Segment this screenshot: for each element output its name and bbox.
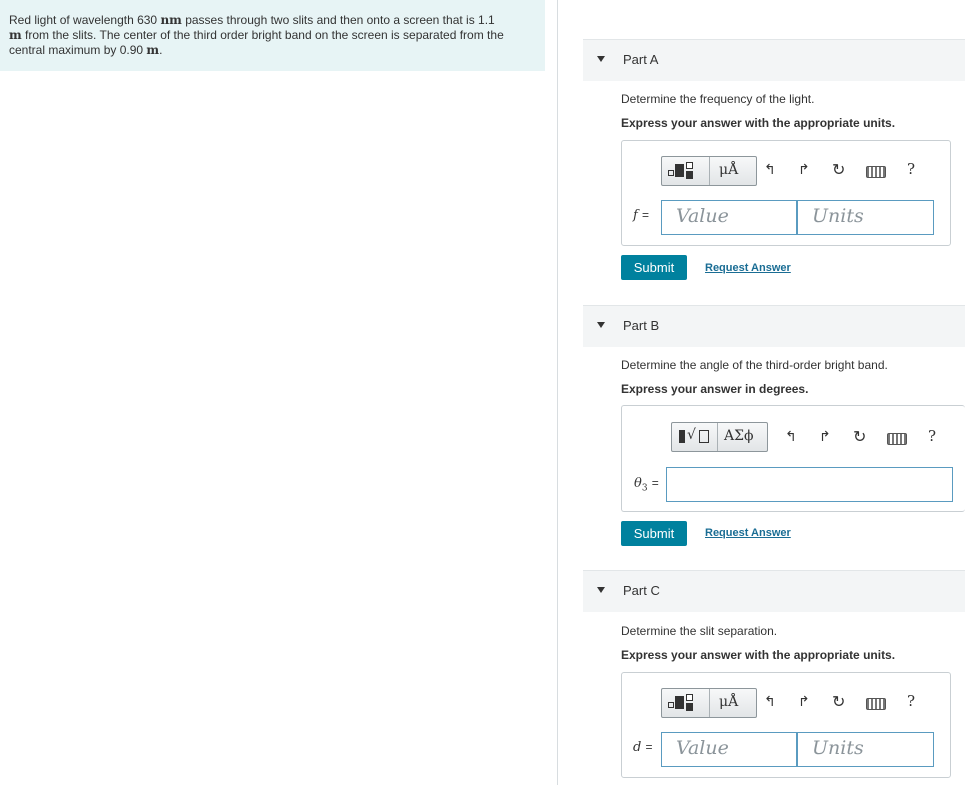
reset-icon[interactable]: ↻ <box>832 692 845 712</box>
part-c-units-input[interactable]: Units <box>797 732 934 767</box>
templates-icon[interactable] <box>662 689 709 717</box>
units-symbol-button[interactable]: μÅ <box>709 157 756 185</box>
undo-icon[interactable]: ↰ <box>764 693 776 710</box>
greek-symbols-button[interactable]: ΑΣϕ <box>717 423 767 451</box>
keyboard-icon[interactable] <box>866 166 886 178</box>
part-a-toolbar-group: μÅ <box>661 156 757 186</box>
problem-statement-box: Red light of wavelength 630 nm passes th… <box>0 0 545 71</box>
part-c-title: Part C <box>623 583 660 598</box>
part-b-title: Part B <box>623 318 660 333</box>
part-a-variable-label: f = <box>633 208 649 223</box>
part-a-instruction: Express your answer with the appropriate… <box>621 116 896 130</box>
problem-text: Red light of wavelength 630 nm passes th… <box>9 13 504 57</box>
column-divider <box>557 0 558 785</box>
undo-icon[interactable]: ↰ <box>785 428 797 445</box>
help-icon[interactable]: ? <box>928 427 936 445</box>
part-b-answer-box: √ ΑΣϕ ↰ ↱ ↻ ? θ3 = <box>621 405 965 512</box>
redo-icon[interactable]: ↱ <box>798 161 810 178</box>
math-templates-icon[interactable]: √ <box>672 423 717 451</box>
collapse-triangle-icon[interactable] <box>597 322 605 328</box>
part-b-request-answer-link[interactable]: Request Answer <box>705 527 791 539</box>
part-b-toolbar-group: √ ΑΣϕ <box>671 422 768 452</box>
part-a-title: Part A <box>623 52 659 67</box>
part-c-toolbar-group: μÅ <box>661 688 757 718</box>
keyboard-icon[interactable] <box>887 433 907 445</box>
part-c-answer-box: μÅ ↰ ↱ ↻ ? d = Value Units <box>621 672 951 778</box>
templates-icon[interactable] <box>662 157 709 185</box>
redo-icon[interactable]: ↱ <box>819 428 831 445</box>
part-a-value-input[interactable]: Value <box>661 200 797 235</box>
part-a-units-input[interactable]: Units <box>797 200 934 235</box>
collapse-triangle-icon[interactable] <box>597 56 605 62</box>
part-c-variable-label: d = <box>633 740 653 755</box>
part-b-answer-input[interactable] <box>666 467 953 502</box>
help-icon[interactable]: ? <box>907 692 915 710</box>
collapse-triangle-icon[interactable] <box>597 587 605 593</box>
reset-icon[interactable]: ↻ <box>832 160 845 180</box>
part-c-instruction: Express your answer with the appropriate… <box>621 648 896 662</box>
reset-icon[interactable]: ↻ <box>853 427 866 447</box>
units-symbol-button[interactable]: μÅ <box>709 689 756 717</box>
part-b-question: Determine the angle of the third-order b… <box>621 358 888 372</box>
part-a-answer-box: μÅ ↰ ↱ ↻ ? f = Value Units <box>621 140 951 246</box>
part-c-header[interactable]: Part C <box>583 570 965 612</box>
help-icon[interactable]: ? <box>907 160 915 178</box>
part-a-request-answer-link[interactable]: Request Answer <box>705 262 791 274</box>
part-a-submit-button[interactable]: Submit <box>621 255 687 280</box>
part-c-question: Determine the slit separation. <box>621 624 778 638</box>
redo-icon[interactable]: ↱ <box>798 693 810 710</box>
undo-icon[interactable]: ↰ <box>764 161 776 178</box>
part-b-instruction: Express your answer in degrees. <box>621 382 809 396</box>
part-a-question: Determine the frequency of the light. <box>621 92 815 106</box>
part-c-value-input[interactable]: Value <box>661 732 797 767</box>
part-a-header[interactable]: Part A <box>583 39 965 81</box>
part-b-header[interactable]: Part B <box>583 305 965 347</box>
part-b-submit-button[interactable]: Submit <box>621 521 687 546</box>
part-b-variable-label: θ3 = <box>634 476 659 494</box>
keyboard-icon[interactable] <box>866 698 886 710</box>
